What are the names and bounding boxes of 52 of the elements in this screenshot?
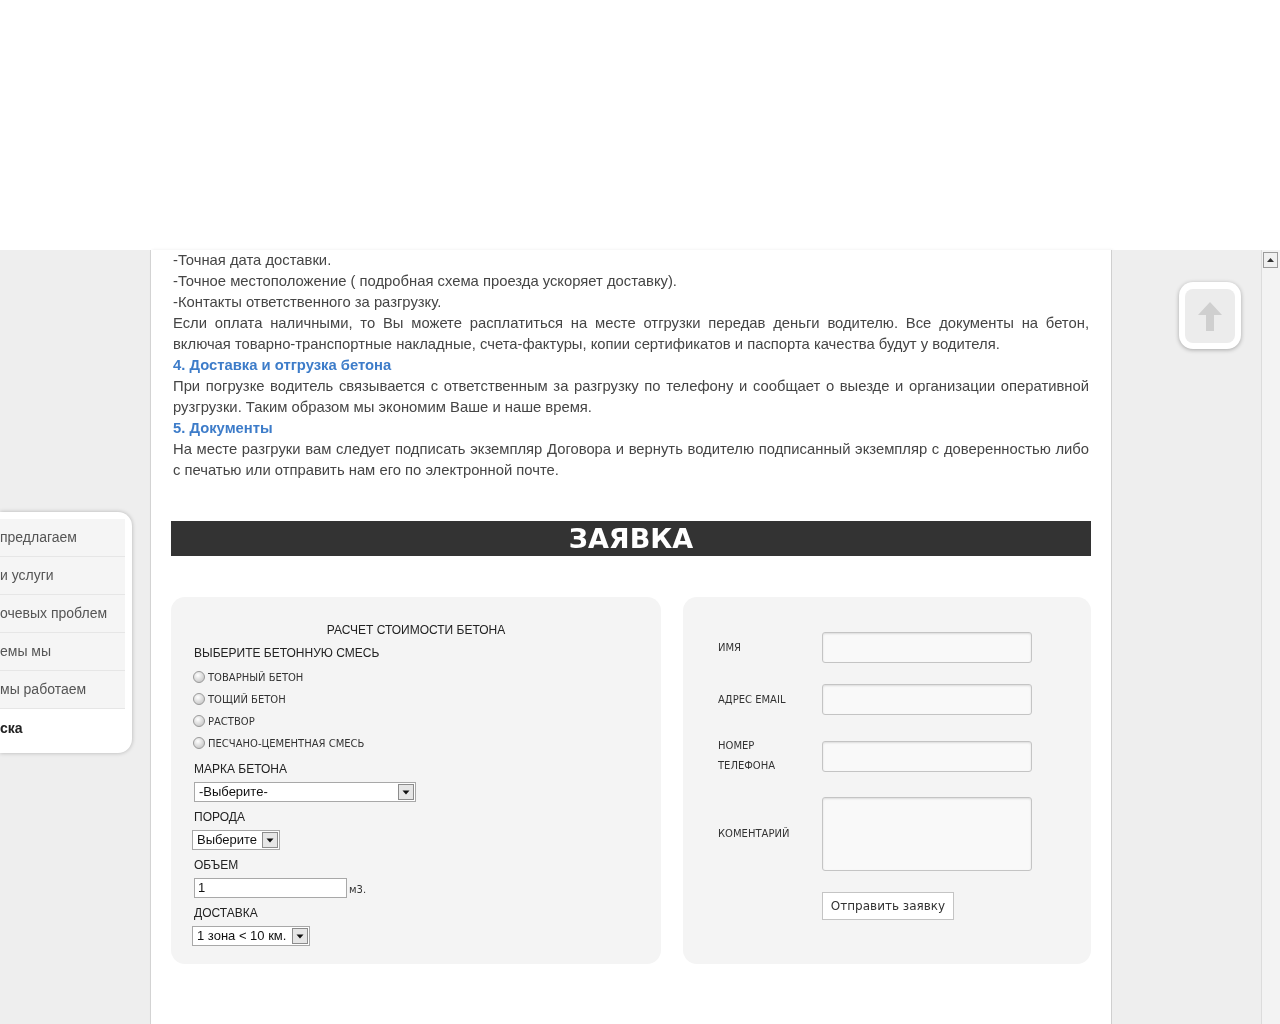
dropdown-value: Выберите: [197, 832, 258, 848]
radio-button[interactable]: [193, 693, 205, 705]
section-heading: 4. Доставка и отгрузка бетона: [173, 356, 393, 375]
field-label: МАРКА БЕТОНА: [194, 762, 287, 776]
field-label: КОМЕНТАРИЙ: [718, 826, 791, 841]
paragraph: Если оплата наличными, то Вы можете расплатиться на месте отгрузки передав деньги водителю. Все документы на бетон, включая товарно-транспортные накладные, счета-фактуры, копии сертификатов и паспорта качества будут у водителя.: [173, 314, 1089, 354]
paragraph: При погрузке водитель связывается с ответственным за разгрузку по телефону и сообщает о выезде и организации оперативной рузгрузки. Таким образом мы экономим Ваше и наше время.: [173, 377, 1089, 417]
scrollbar[interactable]: [1261, 250, 1280, 1024]
unit-label: м3.: [349, 884, 367, 896]
input-field[interactable]: [822, 632, 1032, 663]
radio-label: ТОВАРНЫЙ БЕТОН: [208, 672, 304, 684]
paragraph: -Точное местоположение ( подробная схема проезда ускоряет доставку).: [173, 272, 678, 291]
paragraph: -Точная дата доставки.: [173, 251, 333, 270]
field-label: ОБЪЕМ: [194, 858, 239, 872]
caret-up-icon: [1267, 258, 1274, 262]
dropdown-value: 1 зона < 10 км.: [197, 928, 287, 944]
radio-button[interactable]: [193, 737, 205, 749]
field-label: АДРЕС EMAIL: [718, 692, 787, 707]
radio-button[interactable]: [193, 671, 205, 683]
field-label: ПОРОДА: [194, 810, 245, 824]
input-field[interactable]: [822, 740, 1032, 772]
sidebar-item[interactable]: очевых проблем: [0, 595, 125, 633]
paragraph: На месте разгруки вам следует подписать экземпляр Договора и вернуть водителю подписанный экземпляр с доверенностью либо с печатью или отправить нам его по электронной почте.: [173, 440, 1089, 480]
field-label: ДОСТАВКА: [194, 906, 258, 920]
sidebar-item[interactable]: мы работаем: [0, 671, 125, 709]
dropdown[interactable]: -Выберите-: [194, 782, 416, 802]
radio-label: ТОЩИЙ БЕТОН: [208, 694, 286, 706]
section-heading: 5. Документы: [173, 419, 274, 438]
caret-icon: [398, 784, 414, 800]
comment-field[interactable]: [822, 797, 1032, 871]
submit-button[interactable]: Отправить заявку: [822, 892, 954, 920]
input-field[interactable]: [822, 684, 1032, 715]
radio-button[interactable]: [193, 715, 205, 727]
paragraph: -Контакты ответственного за разгрузку.: [173, 293, 443, 312]
radio-label: РАСТВОР: [208, 716, 255, 728]
field-label: ВЫБЕРИТЕ БЕТОННУЮ СМЕСЬ: [194, 646, 380, 660]
caret-icon: [292, 928, 308, 944]
sidebar-item[interactable]: емы мы: [0, 633, 125, 671]
scroll-up-button[interactable]: [1263, 252, 1278, 268]
dropdown[interactable]: 1 зона < 10 км.: [192, 926, 310, 946]
scroll-to-top-button[interactable]: [1179, 282, 1241, 349]
dropdown[interactable]: Выберите: [192, 830, 280, 850]
order-banner: ЗАЯВКА: [171, 521, 1091, 556]
sidebar-item[interactable]: предлагаем: [0, 519, 125, 557]
panel-title: РАСЧЕТ СТОИМОСТИ БЕТОНА: [326, 623, 506, 637]
sidebar-item[interactable]: и услуги: [0, 557, 125, 595]
radio-label: ПЕСЧАНО-ЦЕМЕНТНАЯ СМЕСЬ: [208, 738, 365, 750]
field-label: НОМЕР ТЕЛЕФОНА: [718, 739, 777, 773]
volume-field[interactable]: 1: [194, 878, 347, 898]
caret-icon: [262, 832, 278, 848]
dropdown-value: -Выберите-: [199, 784, 268, 800]
field-label: ИМЯ: [718, 640, 743, 655]
